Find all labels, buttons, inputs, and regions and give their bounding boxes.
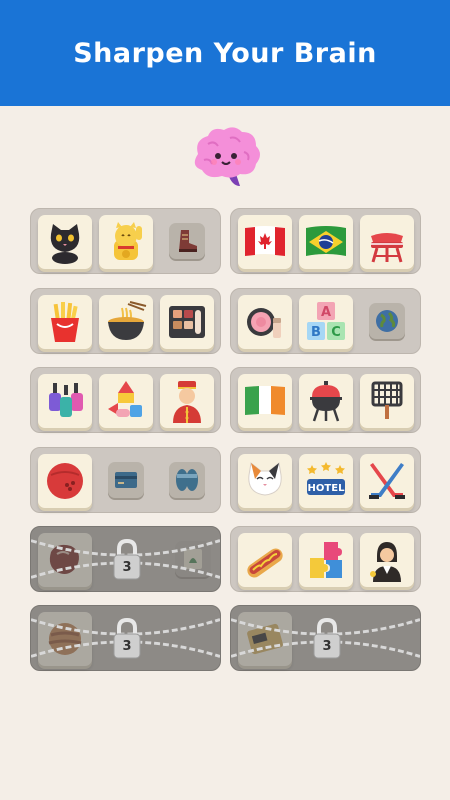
tile-noodle-bowl[interactable] (99, 295, 153, 349)
meat-icon (49, 544, 79, 574)
tile-brazil-flag[interactable] (299, 215, 353, 269)
tile-abc-blocks[interactable]: A B C (299, 295, 353, 349)
abc-blocks-icon: A B C (307, 302, 345, 340)
toy-blocks-icon (108, 381, 142, 417)
puzzle-pieces-icon (310, 542, 342, 578)
shelf-row6-right-locked: 3 (230, 605, 421, 671)
makeup-compact-icon (247, 308, 281, 338)
eyeshadow-palette-icon (169, 306, 205, 338)
nail-polish-icon (49, 383, 83, 417)
page-title: Sharpen Your Brain (73, 37, 377, 69)
calico-cat-icon (248, 462, 282, 496)
lock-count: 3 (322, 639, 332, 654)
hot-dog-icon (247, 548, 283, 578)
lock-count: 3 (122, 639, 132, 654)
hockey-sticks-icon (369, 463, 405, 499)
shelf-row1-left (30, 208, 221, 274)
tile-grill-grate[interactable] (360, 374, 414, 428)
planet-icon (48, 623, 82, 655)
globe-icon (376, 310, 398, 332)
tile-meat (38, 533, 92, 587)
grill-grate-icon (371, 381, 403, 419)
shelf-row2-right: A B C (230, 288, 421, 354)
credit-card-icon (115, 472, 137, 488)
tile-kettle-grill[interactable] (299, 374, 353, 428)
bowling-ball-icon (47, 463, 83, 499)
tile-ireland-flag[interactable] (238, 374, 292, 428)
tile-french-fries[interactable] (38, 295, 92, 349)
shelf-row3-right (230, 367, 421, 433)
lock-count: 3 (122, 560, 132, 575)
tile-bbq-grill[interactable] (360, 215, 414, 269)
tile-bellhop[interactable] (160, 374, 214, 428)
shelf-row3-left (30, 367, 221, 433)
padlock-icon: 3 (311, 617, 343, 661)
tile-calico-cat[interactable] (238, 454, 292, 508)
brazil-flag-icon (306, 226, 346, 256)
tile-makeup-compact[interactable] (238, 295, 292, 349)
tile-vip-ticket (238, 612, 292, 666)
svg-text:HOTEL: HOTEL (308, 483, 346, 494)
header-banner: Sharpen Your Brain (0, 0, 450, 106)
bellhop-icon (173, 381, 201, 423)
plant-card-icon (184, 549, 202, 569)
receptionist-icon (370, 542, 401, 582)
boot-icon (179, 230, 197, 252)
lucky-cat-icon (114, 222, 142, 260)
canada-flag-icon (245, 226, 285, 256)
shelf-row5-right (230, 526, 421, 592)
tile-nail-polish[interactable] (38, 374, 92, 428)
tile-hot-dog[interactable] (238, 533, 292, 587)
slippers-icon (176, 469, 198, 491)
kettle-grill-icon (310, 381, 342, 422)
svg-text:A: A (321, 305, 331, 320)
ireland-flag-icon (245, 386, 285, 415)
tile-lucky-cat[interactable] (99, 215, 153, 269)
hotel-sign-icon: HOTEL (307, 462, 346, 495)
tile-credit-card[interactable] (108, 462, 144, 498)
bbq-grill-icon (371, 233, 403, 263)
tile-hockey-sticks[interactable] (360, 454, 414, 508)
french-fries-icon (51, 302, 79, 342)
padlock-icon: 3 (111, 538, 143, 582)
tile-plant-card (175, 541, 211, 577)
tile-toy-blocks[interactable] (99, 374, 153, 428)
shelf-row5-left-locked: 3 (30, 526, 221, 592)
tile-receptionist[interactable] (360, 533, 414, 587)
noodle-bowl-icon (108, 301, 147, 340)
tile-slippers[interactable] (169, 462, 205, 498)
padlock-icon: 3 (111, 617, 143, 661)
tile-black-cat[interactable] (38, 215, 92, 269)
shelf-row4-right: HOTEL (230, 447, 421, 513)
tile-puzzle-pieces[interactable] (299, 533, 353, 587)
tile-canada-flag[interactable] (238, 215, 292, 269)
black-cat-icon (50, 224, 80, 264)
shelf-row1-right (230, 208, 421, 274)
shelf-row6-left-locked: 3 (30, 605, 221, 671)
tile-globe[interactable] (369, 303, 405, 339)
shelf-row4-left (30, 447, 221, 513)
tile-hotel-sign[interactable]: HOTEL (299, 454, 353, 508)
tile-boot[interactable] (169, 223, 205, 259)
svg-text:C: C (331, 325, 341, 340)
tile-eyeshadow-palette[interactable] (160, 295, 214, 349)
tile-bowling-ball[interactable] (38, 454, 92, 508)
tile-planet (38, 612, 92, 666)
svg-text:B: B (311, 325, 321, 340)
shelf-row2-left (30, 288, 221, 354)
brain-mascot-icon (194, 127, 260, 186)
vip-ticket-icon (247, 623, 283, 655)
